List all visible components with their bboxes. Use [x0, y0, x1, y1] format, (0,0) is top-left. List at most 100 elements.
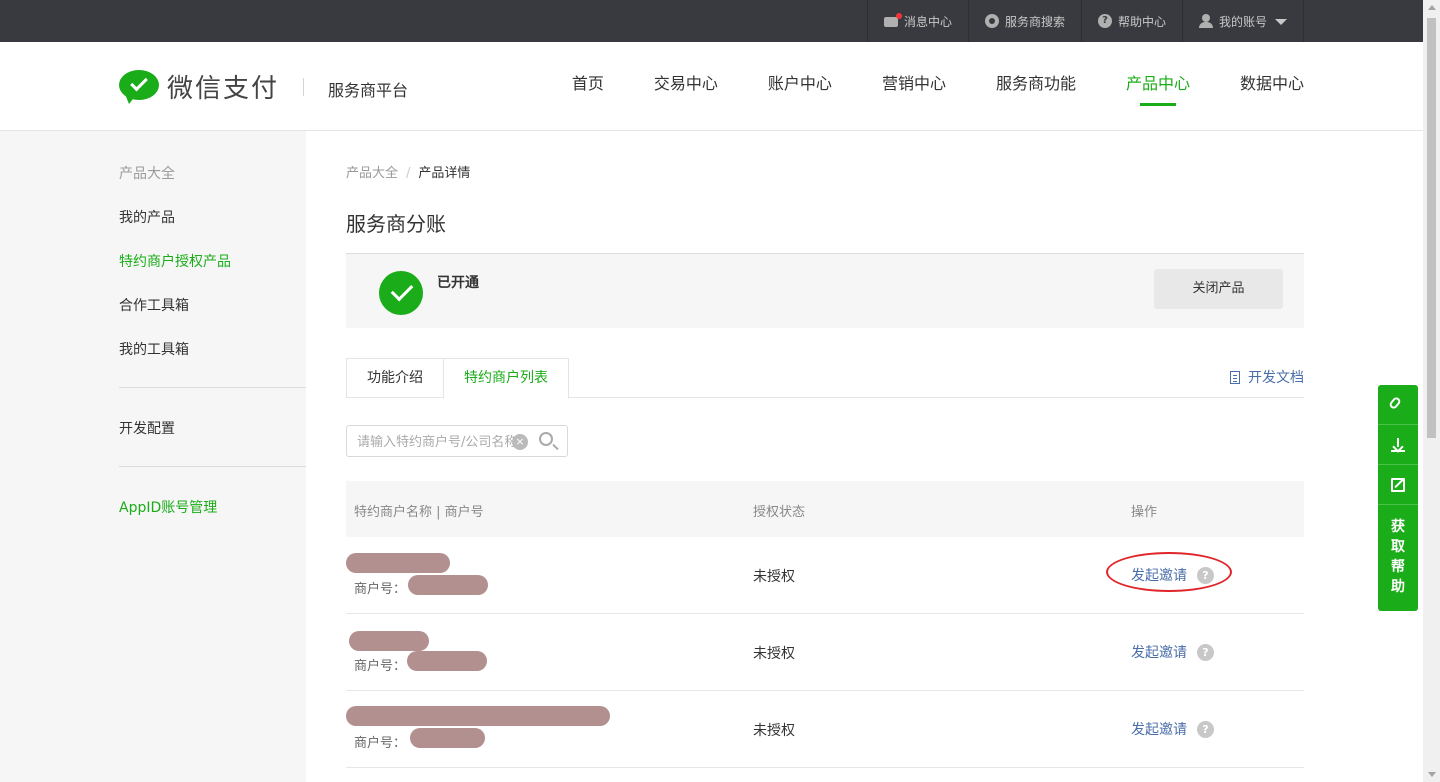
help-icon: ?: [1097, 14, 1112, 28]
breadcrumb-current: 产品详情: [418, 166, 471, 181]
tab-bar: 功能介绍 特约商户列表: [346, 358, 1304, 399]
nav-trade-center[interactable]: 交易中心: [654, 42, 718, 130]
help-center-link[interactable]: ? 帮助中心: [1080, 0, 1182, 42]
merchant-search-box: ×: [346, 425, 568, 457]
dev-doc-label: 开发文档: [1248, 370, 1304, 386]
merchant-id-label: 商户号：: [354, 659, 407, 674]
floating-help-toolbar: 获 取 帮 助: [1378, 385, 1418, 611]
search-input[interactable]: [357, 432, 517, 452]
message-center-link[interactable]: 消息中心: [866, 0, 968, 42]
nav-account-center[interactable]: 账户中心: [768, 42, 832, 130]
status-text: 已开通: [437, 275, 479, 291]
page-title: 服务商分账: [346, 212, 446, 236]
wechat-pay-logo-icon: [119, 69, 159, 104]
get-help-button[interactable]: 获 取 帮 助: [1378, 505, 1418, 611]
dev-doc-link[interactable]: 开发文档: [1230, 367, 1304, 387]
send-invite-label: 发起邀请: [1131, 722, 1187, 738]
nav-provider-functions[interactable]: 服务商功能: [996, 42, 1076, 130]
send-invite-link[interactable]: 发起邀请 ?: [1131, 719, 1214, 739]
redacted-merchant-id: [410, 728, 485, 748]
question-icon[interactable]: ?: [1197, 643, 1214, 661]
document-icon: [1230, 370, 1240, 384]
tab-sub-merchant-list[interactable]: 特约商户列表: [443, 358, 569, 399]
merchant-table: 特约商户名称 | 商户号 授权状态 操作 商户号： 未授权 发起邀请 ? 商户号…: [346, 481, 1304, 768]
provider-search-label: 服务商搜索: [1004, 14, 1065, 29]
scrollbar-thumb[interactable]: [1427, 18, 1436, 438]
link-icon: [1388, 395, 1402, 411]
nav-product-center[interactable]: 产品中心: [1126, 42, 1190, 130]
clear-icon[interactable]: ×: [512, 434, 528, 450]
merchant-id-label: 商户号：: [354, 582, 407, 597]
sidebar-item-dev-config[interactable]: 开发配置: [119, 418, 175, 438]
mail-icon: [883, 12, 902, 27]
provider-search-link[interactable]: 服务商搜索: [967, 0, 1081, 42]
redacted-merchant-name: [346, 706, 610, 726]
get-help-char: 助: [1391, 579, 1405, 595]
close-product-button[interactable]: 关闭产品: [1154, 269, 1283, 309]
question-icon[interactable]: ?: [1197, 720, 1214, 738]
platform-name: 服务商平台: [328, 80, 409, 100]
table-row: 商户号： 未授权 发起邀请 ?: [346, 537, 1304, 614]
sidebar-item-sub-merchant-products[interactable]: 特约商户授权产品: [119, 251, 231, 271]
send-invite-link[interactable]: 发起邀请 ?: [1131, 642, 1214, 662]
sidebar-item-partner-toolbox[interactable]: 合作工具箱: [119, 295, 189, 315]
column-header-auth-status: 授权状态: [753, 505, 806, 520]
feedback-button[interactable]: [1378, 465, 1418, 505]
user-icon: [1198, 14, 1213, 28]
search-icon[interactable]: [539, 432, 553, 446]
my-account-menu[interactable]: 我的账号: [1181, 0, 1304, 42]
sidebar-item-my-toolbox[interactable]: 我的工具箱: [119, 339, 189, 359]
sidebar: 产品大全 我的产品 特约商户授权产品 合作工具箱 我的工具箱 开发配置 AppI…: [0, 131, 306, 782]
get-help-char: 获: [1391, 519, 1405, 535]
table-row: 商户号： 未授权 发起邀请 ?: [346, 691, 1304, 768]
link-button[interactable]: [1378, 385, 1418, 425]
red-annotation-circle: [1106, 552, 1232, 592]
get-help-char: 取: [1391, 539, 1405, 555]
logo-divider: [303, 77, 305, 96]
redacted-merchant-name: [349, 631, 429, 651]
my-account-label: 我的账号: [1218, 14, 1267, 29]
tab-feature-intro[interactable]: 功能介绍: [346, 358, 443, 398]
get-help-char: 帮: [1391, 559, 1405, 575]
scroll-down-icon[interactable]: [1428, 772, 1436, 777]
search-circle-icon: [984, 14, 999, 28]
auth-status: 未授权: [753, 723, 795, 739]
message-center-label: 消息中心: [903, 14, 952, 29]
download-button[interactable]: [1378, 425, 1418, 465]
column-header-action: 操作: [1131, 505, 1158, 520]
sidebar-item-all-products[interactable]: 产品大全: [119, 163, 175, 183]
redacted-merchant-id: [408, 575, 488, 595]
nav-data-center[interactable]: 数据中心: [1240, 42, 1304, 130]
nav-marketing-center[interactable]: 营销中心: [882, 42, 946, 130]
auth-status: 未授权: [753, 646, 795, 662]
column-header-merchant: 特约商户名称 | 商户号: [354, 505, 484, 520]
check-circle-icon: [379, 271, 423, 315]
chevron-down-icon: [1275, 19, 1287, 25]
sidebar-item-my-products[interactable]: 我的产品: [119, 207, 175, 227]
merchant-id-label: 商户号：: [354, 736, 407, 751]
top-bar: 消息中心 服务商搜索 ? 帮助中心 我的账号: [0, 0, 1423, 42]
table-row: 商户号： 未授权 发起邀请 ?: [346, 614, 1304, 691]
breadcrumb-root[interactable]: 产品大全: [346, 166, 398, 181]
redacted-merchant-name: [346, 553, 450, 573]
scroll-up-icon[interactable]: [1428, 5, 1436, 10]
sidebar-divider: [119, 387, 306, 388]
redacted-merchant-id: [407, 651, 487, 671]
send-invite-label: 发起邀请: [1131, 645, 1187, 661]
top-nav: 消息中心 服务商搜索 ? 帮助中心 我的账号: [866, 0, 1304, 42]
table-header: 特约商户名称 | 商户号 授权状态 操作: [346, 481, 1304, 537]
help-center-label: 帮助中心: [1117, 14, 1166, 29]
breadcrumb: 产品大全 / 产品详情: [346, 162, 470, 181]
logo[interactable]: 微信支付 服务商平台: [119, 68, 408, 105]
download-icon: [1391, 438, 1405, 452]
logo-text: 微信支付: [167, 74, 280, 104]
sidebar-item-appid-management[interactable]: AppID账号管理: [119, 497, 217, 517]
main-nav: 首页 交易中心 账户中心 营销中心 服务商功能 产品中心 数据中心: [522, 42, 1304, 130]
header: 微信支付 服务商平台 首页 交易中心 账户中心 营销中心 服务商功能 产品中心 …: [0, 42, 1423, 131]
vertical-scrollbar[interactable]: [1423, 0, 1440, 782]
breadcrumb-separator: /: [406, 166, 411, 181]
product-status-panel: 已开通 关闭产品: [346, 253, 1304, 328]
auth-status: 未授权: [753, 569, 795, 585]
nav-home[interactable]: 首页: [572, 42, 604, 130]
edit-icon: [1391, 478, 1405, 492]
